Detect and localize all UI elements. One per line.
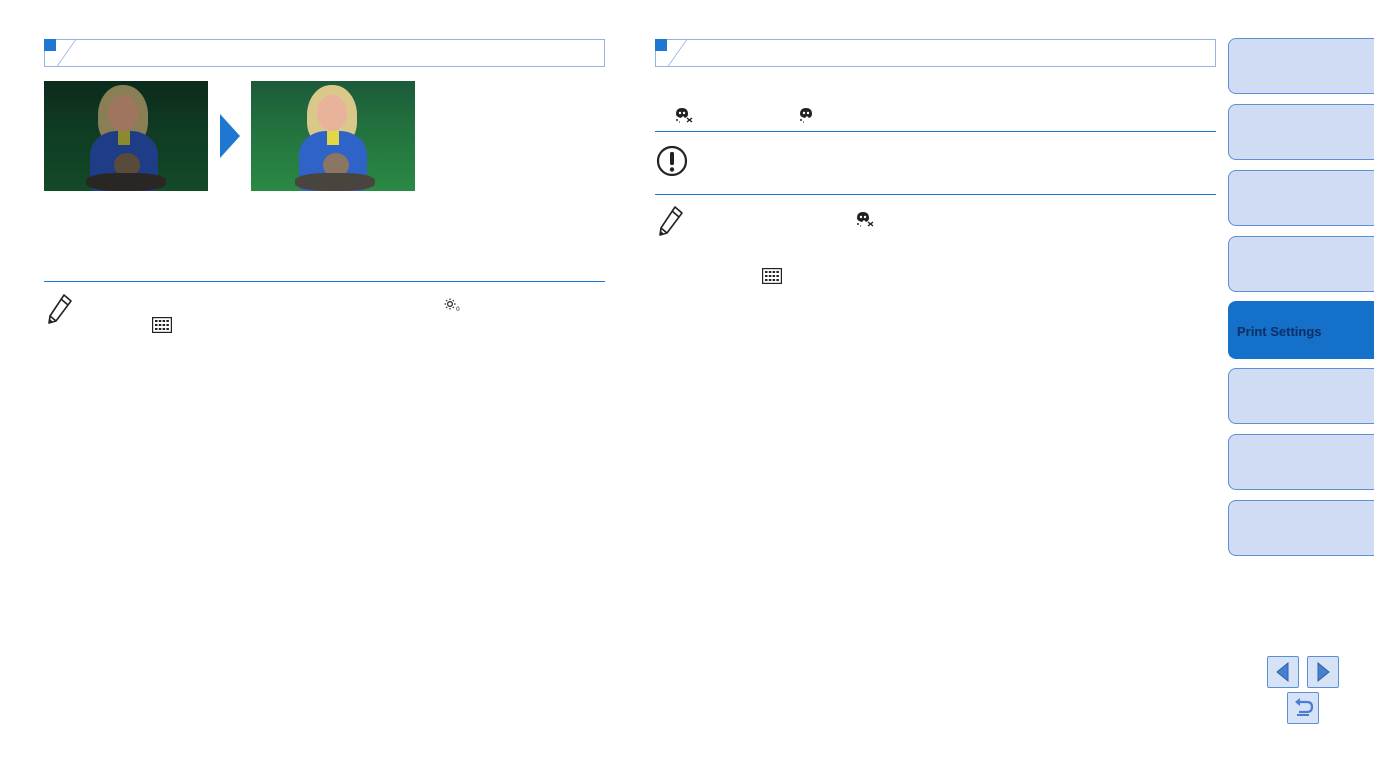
sidebar-tab-6[interactable] xyxy=(1228,368,1374,424)
svg-text:0: 0 xyxy=(456,306,460,312)
section-header-right xyxy=(645,39,1216,67)
arrow-right-icon xyxy=(1317,661,1330,683)
sidebar-tab-3[interactable] xyxy=(1228,170,1374,226)
sidebar-tab-8[interactable] xyxy=(1228,500,1374,556)
pencil-icon xyxy=(657,205,685,237)
header-notch xyxy=(645,40,687,66)
sidebar-tab-4[interactable] xyxy=(1228,236,1374,292)
prev-page-button[interactable] xyxy=(1267,656,1299,688)
return-icon xyxy=(1295,698,1314,716)
red-eye-on-icon xyxy=(798,107,816,128)
pencil-icon xyxy=(46,293,74,325)
back-button[interactable] xyxy=(1287,692,1319,724)
divider-right-bottom xyxy=(655,194,1216,195)
sidebar-tab-label: Print Settings xyxy=(1237,324,1322,339)
sidebar-tab-7[interactable] xyxy=(1228,434,1374,490)
divider-right-top xyxy=(655,131,1216,132)
sidebar-tab-print-settings[interactable]: Print Settings xyxy=(1228,301,1374,359)
grid-icon xyxy=(762,268,782,289)
exclamation-circle-icon xyxy=(656,145,688,177)
header-notch xyxy=(34,40,76,66)
section-header-left xyxy=(34,39,605,67)
play-arrow-icon xyxy=(220,114,240,158)
photo-after xyxy=(251,81,415,191)
arrow-left-icon xyxy=(1276,661,1289,683)
sidebar-tab-2[interactable] xyxy=(1228,104,1374,160)
red-eye-off-icon xyxy=(674,107,694,128)
brightness-icon: 0 xyxy=(444,298,460,317)
divider-left xyxy=(44,281,605,282)
photo-before xyxy=(44,81,208,191)
red-eye-off-icon xyxy=(855,211,875,232)
grid-icon xyxy=(152,317,172,338)
sidebar-tab-1[interactable] xyxy=(1228,38,1374,94)
next-page-button[interactable] xyxy=(1307,656,1339,688)
